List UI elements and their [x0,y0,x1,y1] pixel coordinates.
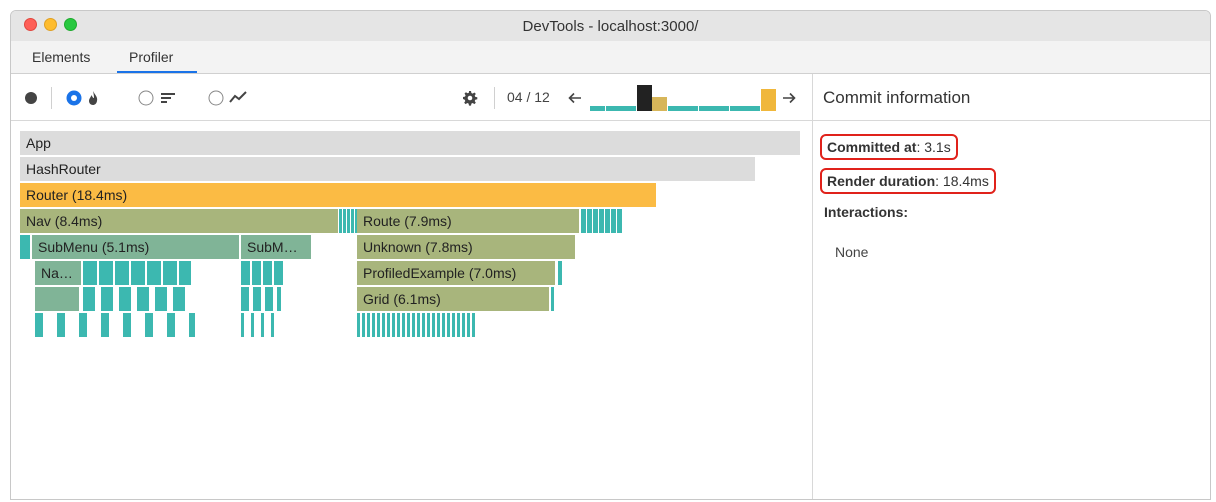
flame-node-profiled-example[interactable]: ProfiledExample (7.0ms) [357,261,555,285]
committed-at-label: Committed at [827,139,917,155]
flame-chart: App HashRouter Router (18.4ms) Nav (8.4m… [11,121,812,499]
commit-bar[interactable] [730,106,745,111]
committed-at-value: : 3.1s [916,139,951,155]
flame-node-small[interactable] [83,287,191,311]
flame-node-app[interactable]: App [20,131,800,155]
profiler-toolbar: 04 / 12 [11,74,812,121]
next-commit-arrow-icon[interactable] [782,91,796,105]
committed-at-row: Committed at: 3.1s [820,134,958,160]
render-duration-label: Render duration [827,173,936,189]
flame-icon [89,91,98,105]
flame-node-small[interactable] [241,313,281,337]
render-duration-row: Render duration: 18.4ms [820,168,996,194]
flame-chart-radio[interactable] [66,90,82,106]
window-title: DevTools - localhost:3000/ [522,18,699,35]
toolbar-divider [51,87,52,109]
active-tab-indicator [117,71,197,73]
ranked-icon [161,93,175,103]
flame-node-small[interactable] [551,287,554,311]
flame-node-small[interactable] [241,261,283,285]
render-duration-value: : 18.4ms [935,173,989,189]
record-icon[interactable] [24,91,38,105]
flame-node-route[interactable]: Route (7.9ms) [357,209,579,233]
tab-bar: Elements Profiler [11,41,1210,74]
flame-node-small[interactable] [35,313,195,337]
flame-node-router[interactable]: Router (18.4ms) [20,183,656,207]
flame-node-small[interactable] [581,209,623,233]
interactions-radio[interactable] [208,90,224,106]
previous-commit-arrow-icon[interactable] [568,91,582,105]
panel-title: Commit information [823,88,971,107]
commit-information-panel: Commit information Committed at: 3.1s Re… [812,74,1210,499]
devtools-window: DevTools - localhost:3000/ Elements Prof… [10,10,1211,500]
interactions-value: None [835,244,869,260]
flame-node-small[interactable] [83,261,191,285]
commit-counter: 04 / 12 [507,89,550,105]
ranked-chart-radio[interactable] [138,90,154,106]
commit-bar[interactable] [621,106,636,111]
flame-node-nav-item[interactable]: Na… [35,261,81,285]
tab-profiler[interactable]: Profiler [129,49,173,65]
flame-node-small[interactable] [35,287,79,311]
commit-bar[interactable] [637,85,652,111]
interactions-label: Interactions: [824,204,909,220]
commit-bar[interactable] [761,89,776,111]
panel-header: Commit information [813,74,1210,121]
commit-selector-graph[interactable] [590,85,776,111]
flame-node-submenu-2[interactable]: SubM… [241,235,311,259]
flame-node-small[interactable] [558,261,562,285]
settings-gear-icon[interactable] [462,90,478,106]
flame-node-small[interactable] [339,209,357,233]
commit-bar[interactable] [668,106,683,111]
flame-node-grid[interactable]: Grid (6.1ms) [357,287,549,311]
commit-bar[interactable] [652,97,667,111]
commit-bar[interactable] [683,106,698,111]
flame-node-nav[interactable]: Nav (8.4ms) [20,209,338,233]
tab-elements[interactable]: Elements [32,49,90,65]
flame-node-small[interactable] [20,235,30,259]
flame-node-unknown[interactable]: Unknown (7.8ms) [357,235,575,259]
flame-node-hashrouter[interactable]: HashRouter [20,157,755,181]
interactions-icon [229,91,247,103]
flame-node-small[interactable] [357,313,477,337]
commit-bar[interactable] [699,106,714,111]
toolbar-divider [494,87,495,109]
flame-node-submenu[interactable]: SubMenu (5.1ms) [32,235,239,259]
commit-bar[interactable] [745,106,760,111]
commit-bar[interactable] [590,106,605,111]
flame-node-small[interactable] [241,287,281,311]
commit-bar[interactable] [714,106,729,111]
commit-bar[interactable] [606,106,621,111]
title-bar: DevTools - localhost:3000/ [11,11,1210,42]
